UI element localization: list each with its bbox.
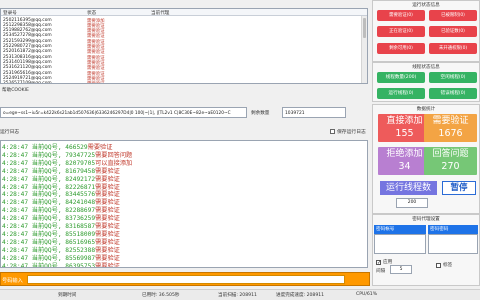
cookie-input[interactable]: o=ege~ss1~iu5r=k422k6s21ab1d507636|63362…	[0, 107, 247, 118]
run-btn-1[interactable]: 已被限制(0)	[429, 10, 477, 21]
thread-btn-3[interactable]: 错误线程(0)	[429, 88, 477, 99]
proxy-interval-label: 间隔	[376, 269, 386, 274]
pause-button[interactable]: 暂停	[442, 181, 476, 195]
col-header-proxy: 当前代理	[151, 11, 170, 16]
stat-value: 270	[441, 161, 460, 172]
log-prefix: 当前QQ号,	[28, 262, 66, 268]
proxy-account-header: 密码帐号	[374, 225, 426, 234]
row-account: 2526577109@qq.com	[3, 81, 52, 84]
number-input-field[interactable]	[27, 275, 345, 284]
status-speed: 进度完成速度: 208911	[276, 293, 325, 298]
stat-answer-question: 回答问题 270	[424, 147, 477, 175]
run-btn-3[interactable]: 已验证数(0)	[429, 26, 477, 37]
save-log-checkbox[interactable]: 保存运行日志	[330, 128, 366, 135]
status-elapsed: 已用时: 36.505秒	[142, 293, 180, 298]
row-status: 需要验证	[87, 81, 105, 83]
run-btn-0[interactable]: 需要验证(0)	[377, 10, 425, 21]
checkbox-box[interactable]	[330, 129, 335, 134]
status-cpu: CPU/61%	[356, 292, 378, 297]
proxy-interval-input[interactable]: 5	[390, 265, 412, 274]
col-header-account: 登录号	[3, 11, 17, 16]
stat-need-verify: 需要验证 1676	[424, 114, 477, 142]
run-btn-4[interactable]: 剩余可用(0)	[377, 43, 425, 54]
count-input[interactable]: 1039721	[282, 107, 346, 118]
stat-label: 需要验证	[432, 116, 469, 126]
stat-value: 1676	[438, 128, 463, 139]
run-btn-5[interactable]: 未开通权限(0)	[429, 43, 477, 54]
scrollbar-thumb[interactable]	[363, 18, 366, 38]
log-line: 4:28:47 当前QQ号, 86395753需要验证	[2, 261, 120, 268]
run-info-title: 运行状态信息	[412, 3, 440, 8]
log-message: 需要验证	[95, 262, 120, 268]
proxy-account-list[interactable]	[374, 234, 426, 254]
cookie-label: 帮助COOKIE	[2, 88, 29, 93]
number-input-label: 号码输入	[2, 278, 23, 284]
account-table[interactable]: 登录号 状态 当前代理 2502116395@qq.com 需要添加 2512298…	[0, 8, 368, 84]
thread-count-label: 运行线程数	[380, 181, 437, 195]
table-scrollbar[interactable]	[361, 16, 367, 83]
table-row[interactable]: 2526577109@qq.com 需要验证	[1, 81, 367, 84]
status-expire: 到期时间	[58, 293, 77, 298]
col-header-status: 状态	[87, 11, 97, 16]
log-qq: 86395753	[65, 262, 96, 268]
table-header: 登录号 状态 当前代理	[1, 9, 367, 16]
status-bar: 到期时间 已用时: 36.505秒 当前扫描: 208911 进度完成速度: 2…	[0, 289, 480, 300]
log-box[interactable]: 4:28:47 当前QQ号, 466529需要验证 4:28:47 当前QQ号, …	[0, 140, 368, 268]
thread-info-title: 线程状态信息	[412, 65, 440, 70]
stat-label: 回答问题	[432, 149, 469, 159]
thread-count-input[interactable]: 200	[396, 198, 428, 208]
save-log-label: 保存运行日志	[337, 130, 366, 135]
proxy-password-list[interactable]	[428, 234, 478, 254]
log-title: 运行日志	[0, 130, 20, 135]
status-scan: 当前扫描: 208911	[218, 293, 257, 298]
log-time: 4:28:47	[2, 262, 29, 268]
stats-title: 数据统计	[416, 107, 436, 112]
proxy-sign-checkbox[interactable]: 标签	[436, 262, 452, 268]
checkbox-box[interactable]	[376, 259, 381, 265]
count-label: 剩余数量	[251, 111, 270, 116]
proxy-title: 密码代理设置	[412, 217, 440, 222]
thread-info-group: 线程状态信息 线程数量(200) 空闲线程(0) 运行线程(0) 错误线程(0)	[372, 62, 480, 102]
run-btn-2[interactable]: 正在验证(0)	[377, 26, 425, 37]
thread-btn-0[interactable]: 线程数量(200)	[377, 72, 425, 83]
run-info-group: 运行状态信息 需要验证(0) 已被限制(0) 正在验证(0) 已验证数(0) 剩…	[372, 0, 480, 62]
thread-btn-2[interactable]: 运行线程(0)	[377, 88, 425, 99]
proxy-password-header: 密码密码	[428, 225, 478, 234]
proxy-sign-label: 标签	[443, 263, 453, 268]
number-input-bar: 号码输入	[0, 272, 370, 286]
checkbox-box[interactable]	[436, 262, 441, 268]
thread-btn-1[interactable]: 空闲线程(0)	[429, 72, 477, 83]
